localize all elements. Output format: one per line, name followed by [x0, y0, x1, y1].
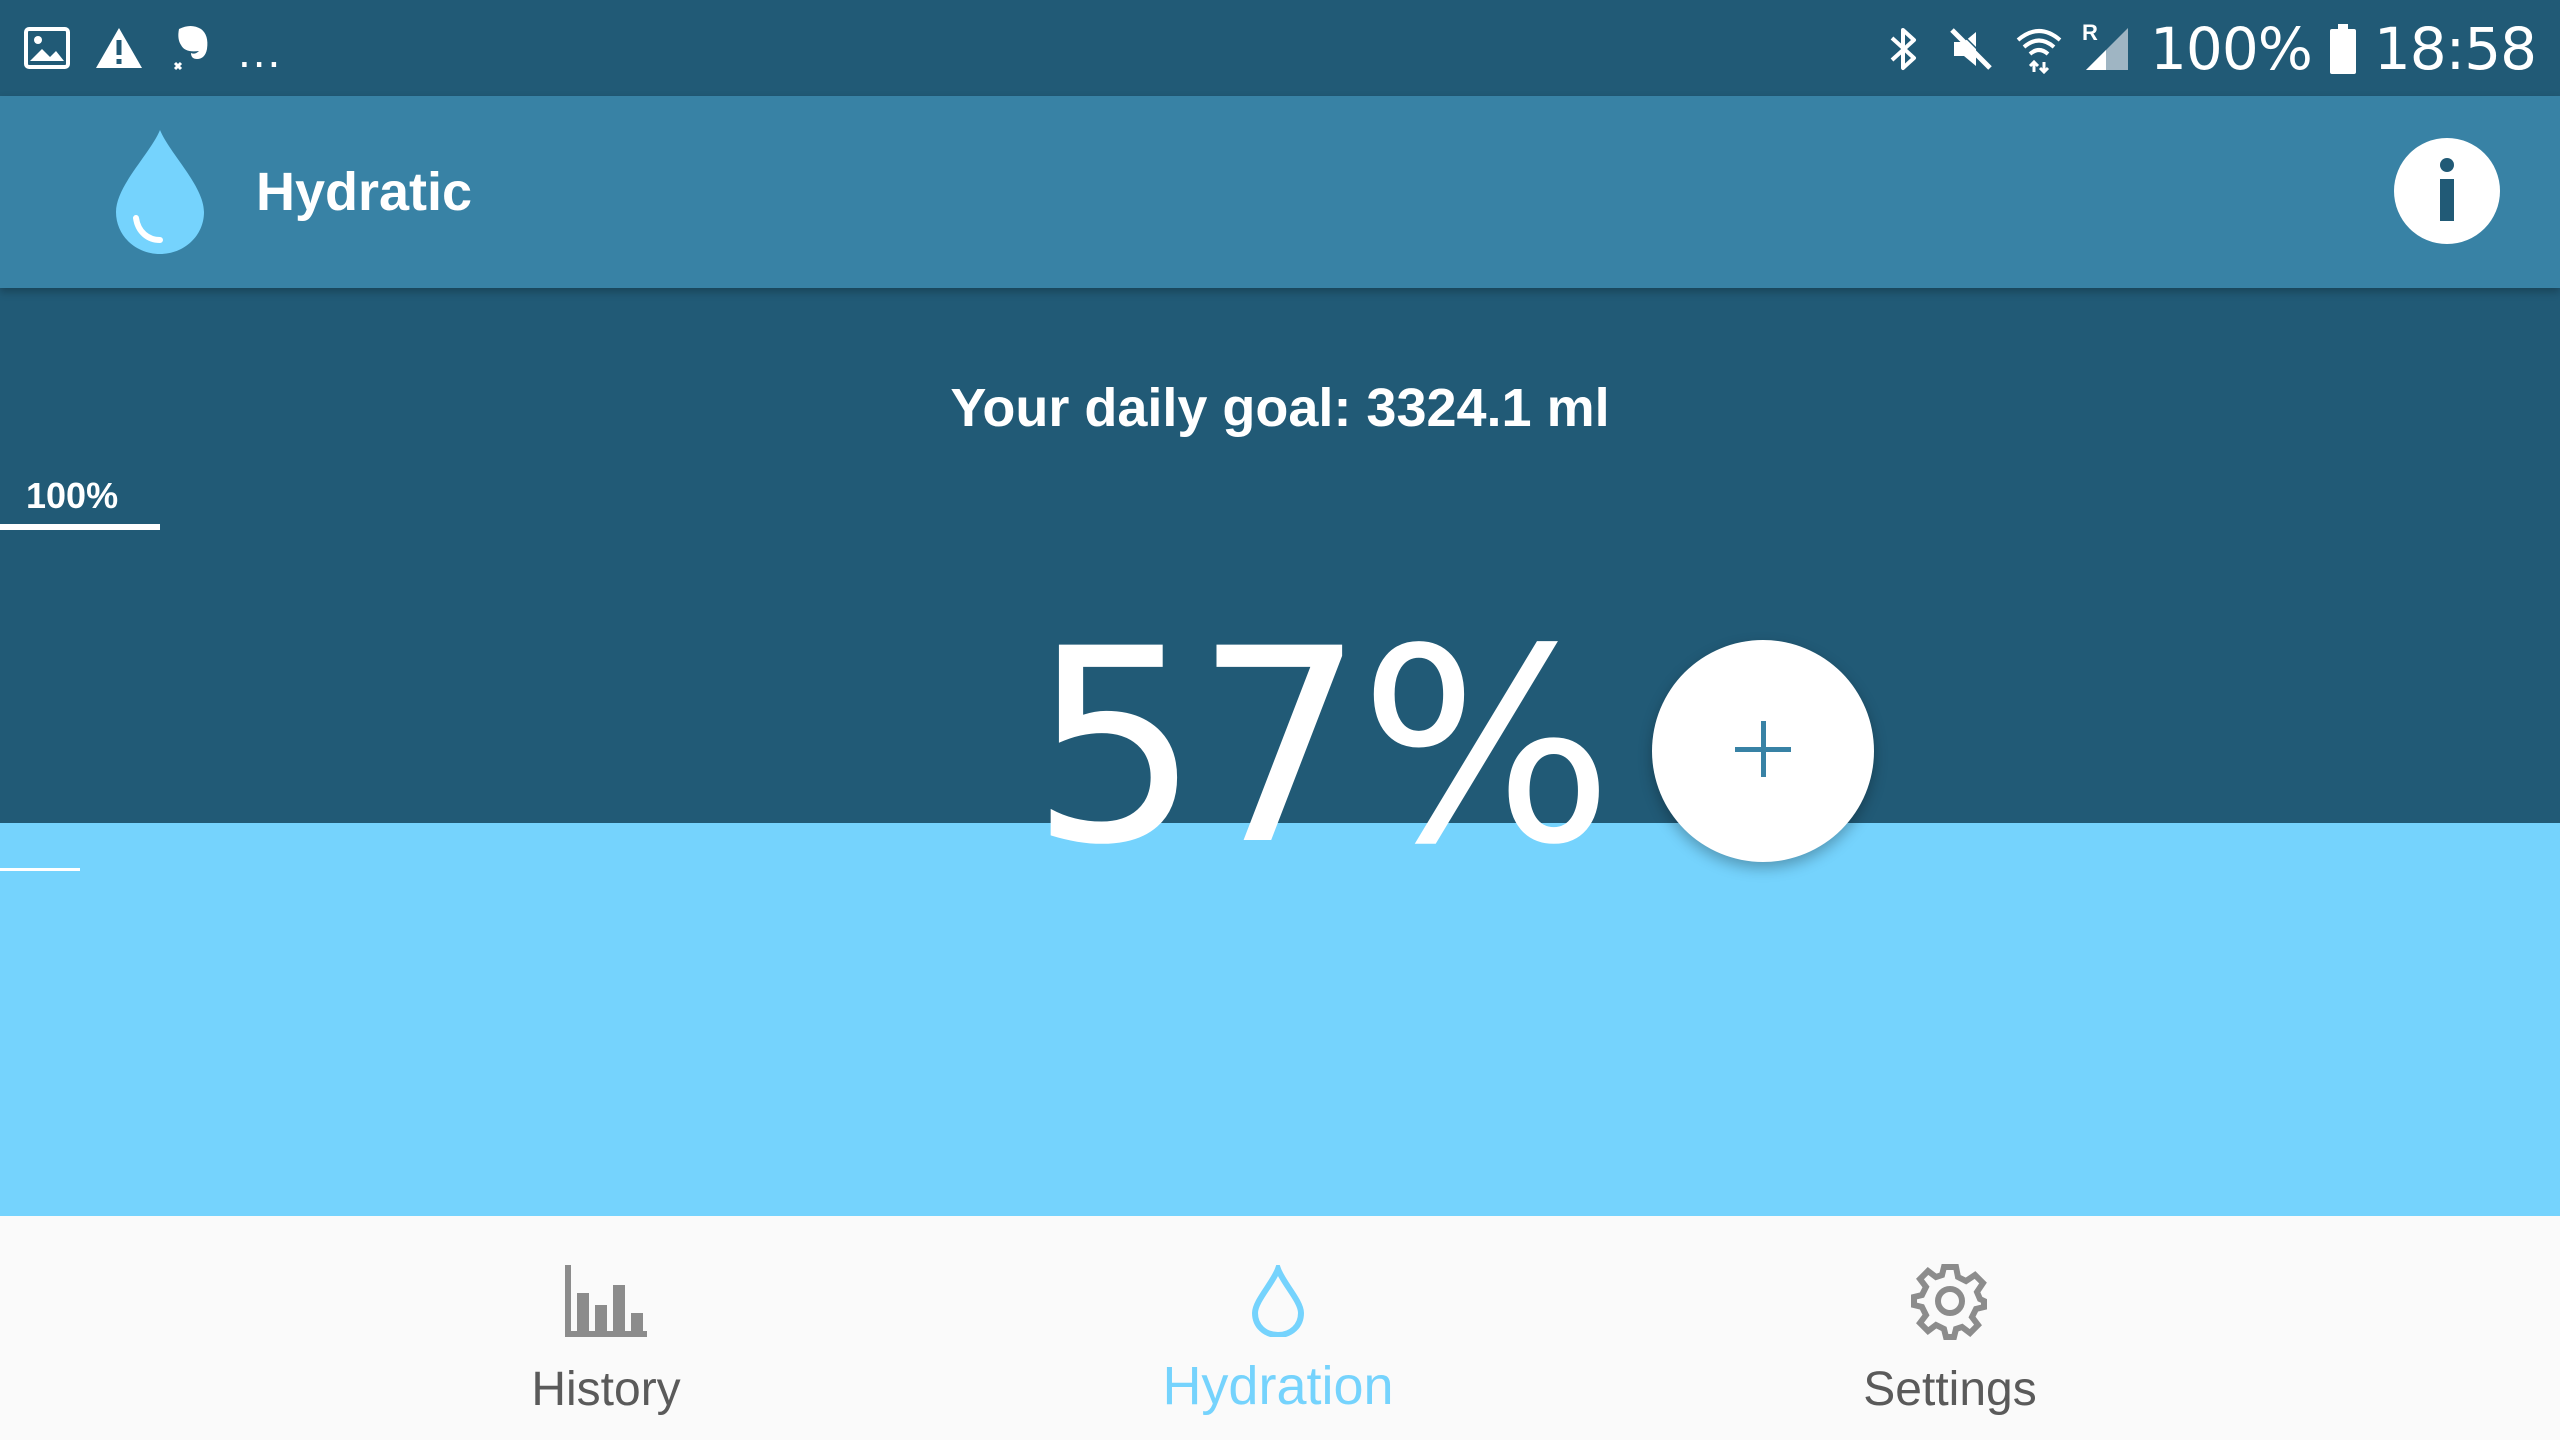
- info-button[interactable]: [2394, 138, 2500, 244]
- battery-level: 100%: [2150, 15, 2313, 83]
- signal-icon: R: [2082, 20, 2132, 74]
- battery-icon: [2329, 24, 2356, 74]
- app-bar: Hydratic: [0, 96, 2560, 288]
- nav-history[interactable]: History: [396, 1216, 816, 1440]
- progress-percentage: 57%: [1030, 592, 1614, 904]
- status-bar-system: R 100% 18:58: [1878, 14, 2537, 84]
- status-bar: ... R 100% 18:58: [0, 0, 2560, 96]
- water-drop-icon: [110, 126, 210, 256]
- warning-icon: [94, 23, 144, 73]
- hydration-view: Your daily goal: 3324.1 ml 100% 57%: [0, 288, 2560, 1216]
- goal-marker-label: 100%: [26, 475, 119, 516]
- mute-icon: [1946, 24, 1996, 74]
- plus-icon: [1733, 719, 1793, 784]
- nav-history-label: History: [531, 1363, 681, 1416]
- nav-settings[interactable]: Settings: [1740, 1216, 2160, 1440]
- nav-hydration-label: Hydration: [1162, 1356, 1394, 1416]
- bar-chart-icon: [561, 1256, 651, 1346]
- roaming-indicator: R: [2082, 20, 2098, 45]
- goal-marker-line: [0, 524, 160, 530]
- status-bar-notifications: ...: [22, 18, 282, 78]
- bluetooth-icon: [1878, 24, 1928, 74]
- daily-goal-text: Your daily goal: 3324.1 ml: [950, 378, 1610, 438]
- nav-settings-label: Settings: [1863, 1363, 2037, 1416]
- bottom-navigation: History Hydration Settings: [0, 1216, 2560, 1440]
- more-notifications-indicator: ...: [238, 25, 283, 77]
- add-water-button[interactable]: [1652, 640, 1874, 862]
- app-title: Hydratic: [256, 162, 473, 222]
- evernote-icon: [166, 23, 216, 73]
- current-level-marker: [0, 868, 80, 871]
- gear-icon: [1905, 1256, 1995, 1346]
- nav-hydration[interactable]: Hydration: [1068, 1216, 1488, 1440]
- info-icon: [2432, 157, 2462, 226]
- water-drop-icon: [1233, 1256, 1323, 1346]
- gallery-icon: [22, 23, 72, 73]
- clock: 18:58: [2373, 15, 2537, 83]
- wifi-icon: [2014, 24, 2064, 74]
